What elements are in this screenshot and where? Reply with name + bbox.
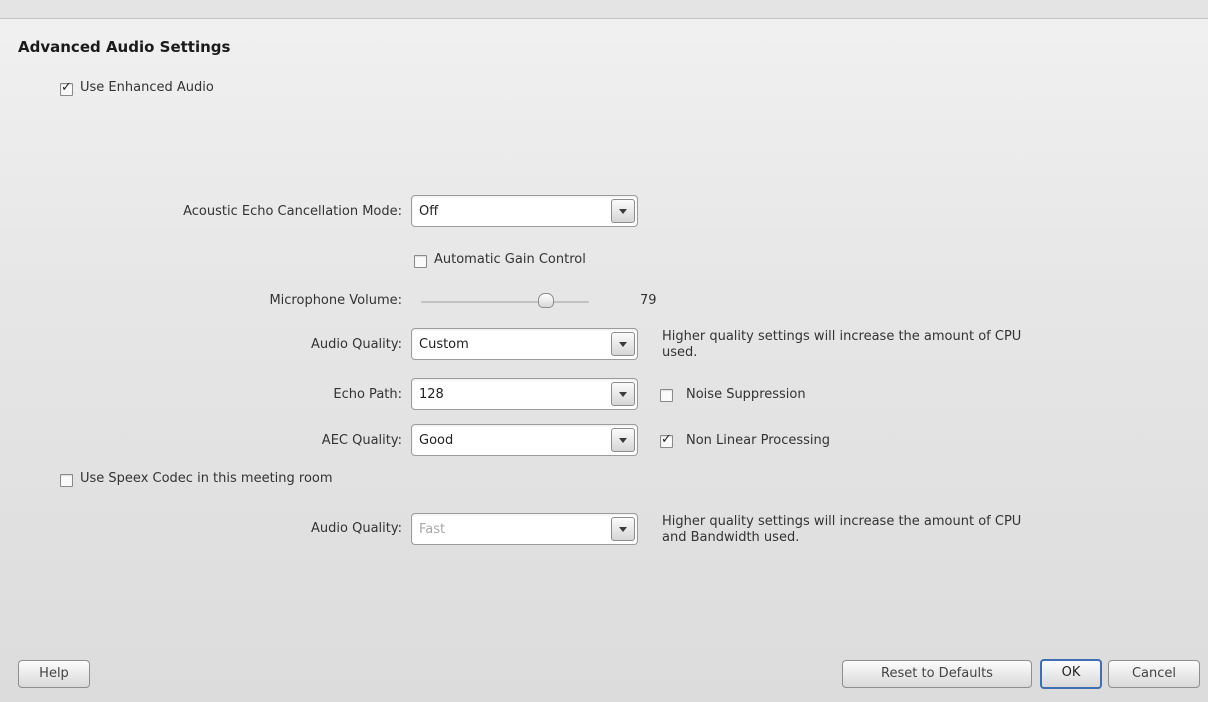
check-icon: ✓ [61, 80, 72, 95]
echo-path-dropdown-button[interactable] [611, 382, 635, 406]
speex-quality-help: Higher quality settings will increase th… [662, 514, 1021, 546]
page-title: Advanced Audio Settings [18, 38, 231, 56]
mic-volume-value: 79 [640, 293, 657, 308]
chevron-down-icon [619, 527, 627, 532]
cancel-button[interactable]: Cancel [1108, 660, 1200, 688]
audio-quality-value: Custom [419, 337, 469, 352]
aec-quality-value: Good [419, 433, 454, 448]
audio-quality-select[interactable]: Custom [411, 328, 638, 360]
noise-suppression-label: Noise Suppression [686, 387, 806, 402]
audio-quality-dropdown-button[interactable] [611, 332, 635, 356]
help-button[interactable]: Help [18, 660, 90, 688]
mic-volume-slider-thumb[interactable] [538, 293, 554, 308]
reset-defaults-button[interactable]: Reset to Defaults [842, 660, 1032, 688]
audio-quality-help-line1: Higher quality settings will increase th… [662, 329, 1022, 344]
chevron-down-icon [619, 438, 627, 443]
aec-mode-select[interactable]: Off [411, 195, 638, 227]
audio-quality-label: Audio Quality: [311, 337, 402, 352]
speex-codec-checkbox[interactable] [60, 474, 73, 487]
aec-quality-label: AEC Quality: [321, 433, 402, 448]
non-linear-checkbox[interactable]: ✓ [660, 432, 673, 448]
speex-quality-label: Audio Quality: [311, 521, 402, 536]
echo-path-label: Echo Path: [333, 387, 402, 402]
aec-quality-dropdown-button[interactable] [611, 428, 635, 452]
audio-quality-help: Higher quality settings will increase th… [662, 329, 1021, 361]
check-icon: ✓ [661, 432, 672, 447]
chevron-down-icon [619, 209, 627, 214]
aec-mode-dropdown-button[interactable] [611, 199, 635, 223]
noise-suppression-checkbox[interactable] [660, 389, 673, 402]
speex-quality-select[interactable]: Fast [411, 513, 638, 545]
non-linear-label: Non Linear Processing [686, 433, 831, 448]
speex-quality-value: Fast [419, 522, 446, 537]
chevron-down-icon [619, 342, 627, 347]
ok-button[interactable]: OK [1040, 659, 1102, 689]
agc-label: Automatic Gain Control [434, 252, 586, 267]
mic-volume-label: Microphone Volume: [269, 293, 402, 308]
speex-quality-help-line2: and Bandwidth used. [662, 530, 800, 545]
enhanced-audio-label: Use Enhanced Audio [80, 80, 214, 95]
aec-quality-select[interactable]: Good [411, 424, 638, 456]
aec-mode-label: Acoustic Echo Cancellation Mode: [183, 204, 402, 219]
enhanced-audio-checkbox[interactable]: ✓ [60, 80, 73, 96]
speex-quality-dropdown-button[interactable] [611, 517, 635, 541]
echo-path-value: 128 [419, 387, 444, 402]
audio-quality-help-line2: used. [662, 345, 698, 360]
speex-quality-help-line1: Higher quality settings will increase th… [662, 514, 1022, 529]
mic-volume-slider-track[interactable] [421, 301, 589, 303]
chevron-down-icon [619, 392, 627, 397]
agc-checkbox[interactable] [414, 255, 427, 268]
echo-path-select[interactable]: 128 [411, 378, 638, 410]
speex-codec-label: Use Speex Codec in this meeting room [80, 471, 333, 486]
top-border [0, 0, 1208, 19]
aec-mode-value: Off [419, 204, 439, 219]
